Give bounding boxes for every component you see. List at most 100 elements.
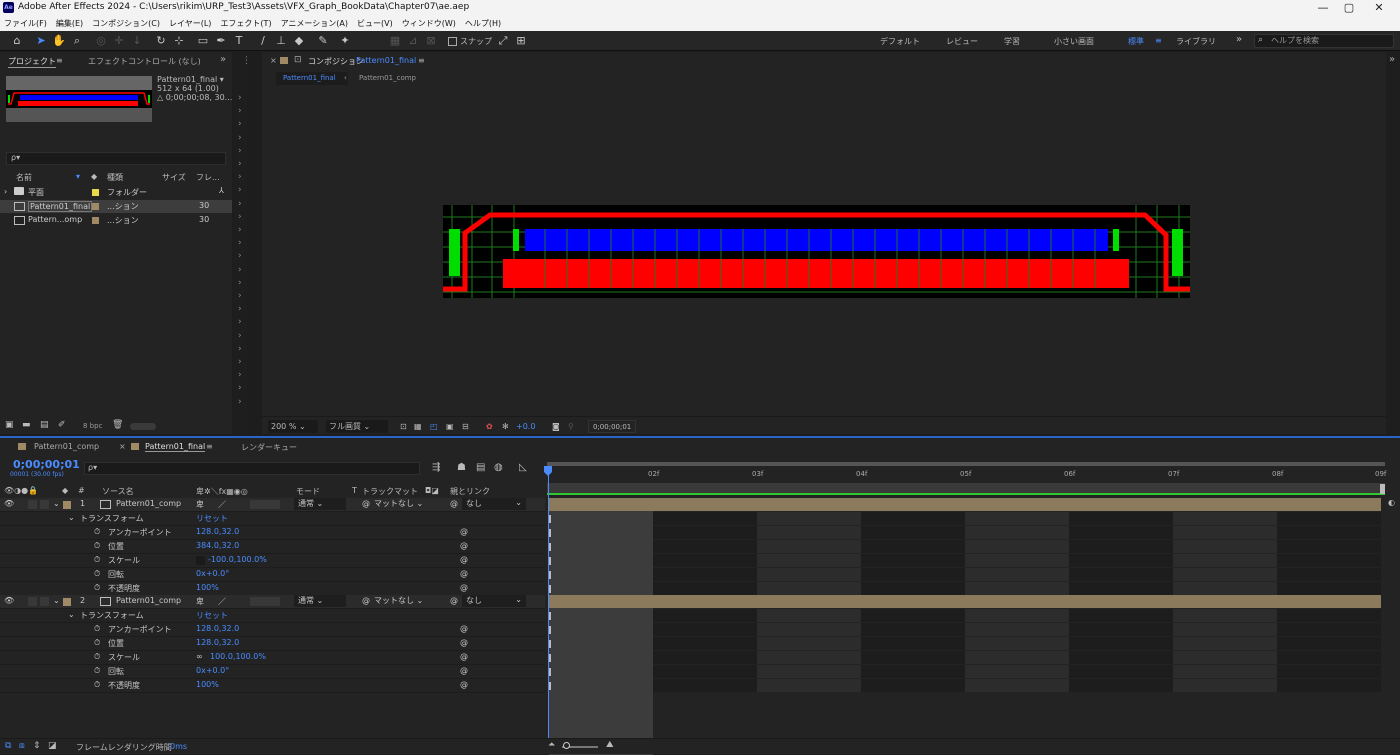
workspace-libraries[interactable]: ライブラリ bbox=[1176, 36, 1216, 47]
layer-switches-toggle-icon[interactable]: ⧉ bbox=[5, 741, 11, 751]
property-track[interactable] bbox=[549, 540, 1381, 554]
label-swatch[interactable] bbox=[63, 598, 71, 606]
expression-pickwhip-icon[interactable]: @ bbox=[460, 527, 468, 536]
layer-bar[interactable] bbox=[549, 498, 1381, 511]
workspace-menu-icon[interactable]: ≡ bbox=[1155, 36, 1162, 45]
panel-overflow-icon[interactable]: » bbox=[220, 54, 226, 65]
keyframe-marker[interactable] bbox=[549, 585, 551, 593]
stopwatch-icon[interactable]: ⏱ bbox=[94, 666, 100, 676]
close-button[interactable]: ✕ bbox=[1369, 1, 1389, 14]
panel-menu-icon[interactable]: ≡ bbox=[418, 56, 425, 65]
playhead-line[interactable] bbox=[548, 466, 549, 754]
exposure-value[interactable]: +0.0 bbox=[516, 420, 535, 433]
zoom-in-icon[interactable]: ⛰ bbox=[606, 740, 614, 750]
dolly-tool-icon[interactable]: ↓ bbox=[130, 34, 144, 48]
property-row[interactable]: ⏱ アンカーポイント 128.0,32.0 @ bbox=[0, 623, 545, 637]
roto-brush-tool-icon[interactable]: ✎ bbox=[316, 34, 330, 48]
expression-pickwhip-icon[interactable]: @ bbox=[460, 555, 468, 564]
keyframe-marker[interactable] bbox=[549, 571, 551, 579]
property-row[interactable]: ⏱ 回転 0x+0.0° @ bbox=[0, 568, 545, 582]
new-composition-icon[interactable]: ▤ bbox=[40, 420, 49, 430]
transparency-grid-icon[interactable]: ▦ bbox=[414, 420, 422, 433]
zoom-dropdown[interactable]: 200 % ⌄ bbox=[268, 420, 318, 433]
lock-switch[interactable] bbox=[40, 500, 49, 509]
parent-dropdown[interactable]: なし ⌄ bbox=[462, 498, 526, 510]
keyframe-marker[interactable] bbox=[549, 612, 551, 620]
mask-visibility-icon[interactable]: ◰ bbox=[430, 420, 438, 433]
quality-switch-icon[interactable]: ／ bbox=[218, 596, 226, 607]
expression-pickwhip-icon[interactable]: @ bbox=[460, 680, 468, 689]
parent-dropdown[interactable]: なし ⌄ bbox=[462, 595, 526, 607]
workspace-more[interactable]: » bbox=[1236, 34, 1242, 45]
stopwatch-icon[interactable]: ⏱ bbox=[94, 680, 100, 690]
property-row[interactable]: ⏱ スケール ∞ 100.0,100.0% @ bbox=[0, 651, 545, 665]
expand-icon[interactable]: ⌄ bbox=[53, 499, 60, 508]
selected-item-name[interactable]: Pattern01_final ▾ bbox=[157, 75, 232, 84]
property-track[interactable] bbox=[549, 637, 1381, 651]
panel-overflow-icon[interactable]: » bbox=[1389, 54, 1395, 65]
column-frame-rate[interactable]: フレ... bbox=[196, 172, 220, 185]
track-matte-dropdown[interactable]: マットなし ⌄ bbox=[374, 498, 423, 509]
property-row[interactable]: ⏱ スケール -100.0,100.0% @ bbox=[0, 554, 545, 568]
layer-name[interactable]: Pattern01_comp bbox=[116, 596, 181, 605]
property-value[interactable]: -100.0,100.0% bbox=[208, 555, 267, 564]
transform-group[interactable]: ⌄ トランスフォーム リセット bbox=[0, 609, 545, 623]
menu-file[interactable]: ファイル(F) bbox=[4, 18, 47, 29]
reset-link[interactable]: リセット bbox=[196, 610, 228, 621]
zoom-slider-handle[interactable] bbox=[563, 742, 570, 749]
zoom-tool-icon[interactable]: ⌕ bbox=[70, 34, 84, 48]
help-search-input[interactable]: ヘルプを検索 bbox=[1254, 34, 1394, 48]
close-tab-icon[interactable]: × bbox=[270, 56, 277, 65]
property-row[interactable]: ⏱ 位置 384.0,32.0 @ bbox=[0, 540, 545, 554]
zoom-out-icon[interactable]: ⏶ bbox=[548, 740, 555, 750]
keyframe-marker[interactable] bbox=[549, 682, 551, 690]
expression-pickwhip-icon[interactable]: @ bbox=[460, 569, 468, 578]
keyframe-marker[interactable] bbox=[549, 626, 551, 634]
transform-group[interactable]: ⌄ トランスフォーム リセット bbox=[0, 512, 545, 526]
menu-edit[interactable]: 編集(E) bbox=[56, 18, 83, 29]
expression-pickwhip-icon[interactable]: @ bbox=[460, 652, 468, 661]
property-value[interactable]: 100% bbox=[196, 583, 219, 592]
3d-view-icon[interactable]: ⊟ bbox=[462, 420, 469, 433]
layer-bar[interactable] bbox=[549, 595, 1381, 608]
property-value[interactable]: 128.0,32.0 bbox=[196, 527, 239, 536]
sort-icon[interactable]: ▾ bbox=[76, 172, 80, 185]
stopwatch-icon[interactable]: ⏱ bbox=[94, 624, 100, 634]
switch-boxes[interactable] bbox=[250, 500, 280, 509]
tab-project[interactable]: プロジェクト bbox=[8, 56, 56, 68]
layer-row[interactable]: 👁 ⌄ 1 Pattern01_comp 卑 ／ 通常 ⌄ @ マットなし ⌄ … bbox=[0, 498, 545, 512]
expression-pickwhip-icon[interactable]: @ bbox=[460, 541, 468, 550]
property-row[interactable]: ⏱ アンカーポイント 128.0,32.0 @ bbox=[0, 526, 545, 540]
label-swatch[interactable] bbox=[63, 501, 71, 509]
puppet-tool-icon[interactable]: ✦ bbox=[338, 34, 352, 48]
keyframe-marker[interactable] bbox=[549, 654, 551, 662]
property-value[interactable]: 128.0,32.0 bbox=[196, 624, 239, 633]
rotate-tool-icon[interactable]: ↻ bbox=[154, 34, 168, 48]
property-track[interactable] bbox=[549, 582, 1381, 596]
property-value[interactable]: 0x+0.0° bbox=[196, 666, 229, 675]
label-swatch[interactable] bbox=[92, 203, 99, 210]
layer-row[interactable]: 👁 ⌄ 2 Pattern01_comp 卑 ／ 通常 ⌄ @ マットなし ⌄ … bbox=[0, 595, 545, 609]
menu-help[interactable]: ヘルプ(H) bbox=[465, 18, 501, 29]
property-track[interactable] bbox=[549, 609, 1381, 623]
menu-composition[interactable]: コンポジション(C) bbox=[92, 18, 160, 29]
eye-icon[interactable]: 👁 bbox=[4, 596, 14, 605]
stopwatch-icon[interactable]: ⏱ bbox=[94, 541, 100, 551]
workspace-default[interactable]: デフォルト bbox=[880, 36, 920, 47]
snap-grid-icon[interactable]: ⊞ bbox=[514, 34, 528, 48]
property-track[interactable] bbox=[549, 526, 1381, 540]
layer-name[interactable]: Pattern01_comp bbox=[116, 499, 181, 508]
label-swatch[interactable] bbox=[92, 217, 99, 224]
new-folder-icon[interactable]: ▬ bbox=[22, 420, 31, 430]
render-time-toggle-icon[interactable]: ◪ bbox=[48, 741, 57, 751]
stopwatch-icon[interactable]: ⏱ bbox=[94, 652, 100, 662]
property-track[interactable] bbox=[549, 665, 1381, 679]
lock-switch[interactable] bbox=[40, 597, 49, 606]
keyframe-marker[interactable] bbox=[549, 543, 551, 551]
property-value[interactable]: 100% bbox=[196, 680, 219, 689]
lock-icon[interactable]: ⊡ bbox=[294, 55, 302, 65]
expand-icon[interactable]: › bbox=[4, 187, 7, 196]
viewer-timecode[interactable]: 0;00;00;01 bbox=[588, 420, 636, 433]
quality-switch-icon[interactable]: ／ bbox=[218, 499, 226, 510]
snapshot-icon[interactable]: ◙ bbox=[552, 420, 560, 433]
